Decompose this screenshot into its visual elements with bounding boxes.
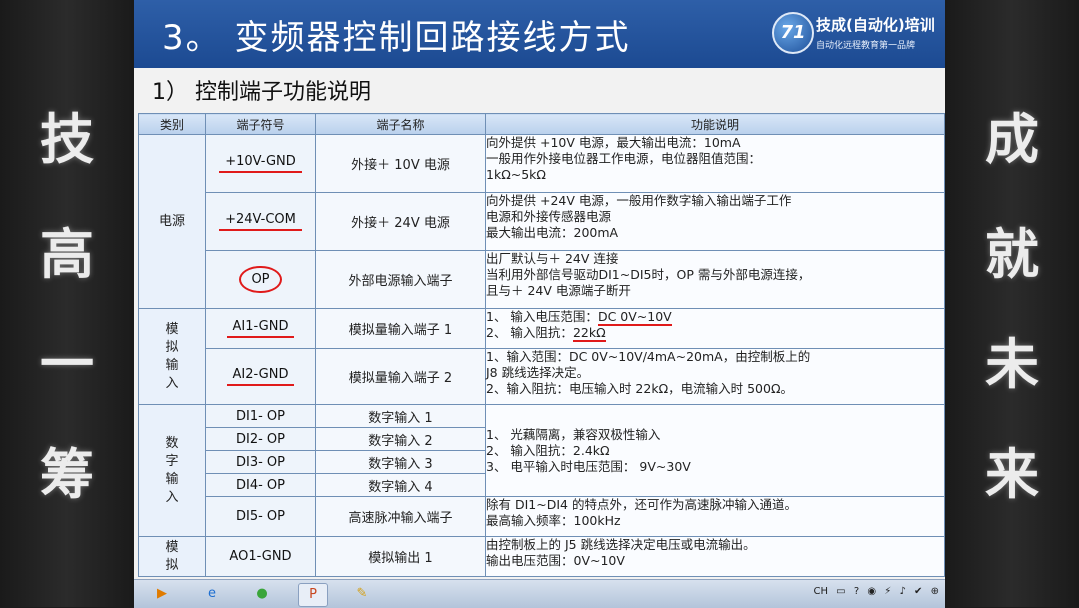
header-description: 功能说明 (485, 113, 945, 135)
table-row: OP 外部电源输入端子 出厂默认与＋ 24V 连接 当利用外部信号驱动DI1~D… (139, 250, 945, 309)
terminal-symbol: DI2- OP (205, 427, 316, 451)
terminal-symbol: AI2-GND (205, 348, 316, 405)
table-row: AI2-GND 模拟量输入端子 2 1、输入范围：DC 0V~10V/4mA~2… (139, 348, 945, 405)
voltage-range-value: DC 0V~10V (597, 309, 672, 326)
terminal-name: 模拟量输入端子 1 (315, 308, 486, 349)
terminal-symbol: AO1-GND (205, 536, 316, 577)
brand-name: 技成(自动化)培训 (816, 16, 935, 34)
brand-slogan: 自动化远程教育第一品牌 (816, 41, 916, 51)
right-side-panel: 成 就 未 来 (945, 0, 1079, 607)
right-side-char-3: 未 (985, 333, 1039, 396)
terminal-symbol: DI1- OP (205, 404, 316, 428)
table-row: 数 字 输 入 DI1- OP 数字输入 1 1、 光藕隔离，兼容双极性输入 2… (138, 404, 945, 537)
category-analog-output: 模 拟 (138, 536, 206, 577)
header-symbol: 端子符号 (205, 113, 316, 135)
left-side-char-3: 一 (40, 333, 94, 396)
terminal-name: 模拟量输入端子 2 (315, 348, 486, 405)
update-icon[interactable]: ⊕ (931, 586, 939, 597)
keyboard-icon[interactable]: ▭ (836, 586, 845, 597)
terminal-name: 外部电源输入端子 (315, 250, 486, 309)
brand-logo-icon: 71 (772, 12, 814, 54)
terminal-spec-table: 类别 端子符号 端子名称 功能说明 电源 +10V-GND 外接＋ 10V 电源… (138, 113, 945, 577)
right-side-char-1: 成 (985, 108, 1039, 171)
terminal-symbol: DI3- OP (205, 450, 316, 474)
right-side-char-2: 就 (985, 223, 1039, 286)
terminal-symbol: AI1-GND (205, 308, 316, 349)
terminal-name: 数字输入 2 (315, 427, 486, 451)
terminal-name: 模拟输出 1 (315, 536, 486, 577)
table-row: 电源 +10V-GND 外接＋ 10V 电源 向外提供 +10V 电源，最大输出… (138, 134, 945, 309)
help-icon[interactable]: ? (854, 586, 859, 597)
volume-icon[interactable]: ♪ (899, 586, 905, 597)
header-category: 类别 (138, 113, 206, 135)
language-indicator[interactable]: CH (813, 586, 828, 597)
table-row: DI5- OP 高速脉冲输入端子 除有 DI1~DI4 的特点外，还可作为高速脉… (139, 496, 945, 537)
ie-browser-icon[interactable]: e (198, 583, 226, 605)
terminal-symbol: DI4- OP (205, 473, 316, 497)
terminal-description: 出厂默认与＋ 24V 连接 当利用外部信号驱动DI1~DI5时，OP 需与外部电… (485, 250, 945, 309)
terminal-description: 向外提供 +10V 电源，最大输出电流：10mA 一般用作外接电位器工作电源，电… (485, 134, 945, 193)
terminal-description: 1、 光藕隔离，兼容双极性输入 2、 输入阻抗：2.4kΩ 3、 电平输入时电压… (485, 404, 945, 497)
powerpoint-icon[interactable]: P (298, 583, 328, 607)
terminal-name: 外接＋ 24V 电源 (315, 192, 486, 251)
terminal-description: 1、 输入电压范围：DC 0V~10V 2、 输入阻抗：22kΩ (485, 308, 945, 349)
category-analog-input: 模 拟 输 入 (138, 308, 206, 405)
pen-icon[interactable]: ✎ (348, 583, 376, 605)
terminal-symbol: +10V-GND (205, 134, 316, 193)
system-tray: CH ▭ ? ◉ ⚡ ♪ ✔ ⊕ (808, 586, 939, 602)
slide-title: 3。 变频器控制回路接线方式 (162, 18, 631, 58)
left-side-char-2: 高 (40, 223, 94, 286)
header-name: 端子名称 (315, 113, 486, 135)
terminal-name: 数字输入 4 (315, 473, 486, 497)
terminal-name: 高速脉冲输入端子 (315, 496, 486, 537)
terminal-description: 1、输入范围：DC 0V~10V/4mA~20mA，由控制板上的 J8 跳线选择… (485, 348, 945, 405)
terminal-name: 外接＋ 10V 电源 (315, 134, 486, 193)
table-row: +24V-COM 外接＋ 24V 电源 向外提供 +24V 电源，一般用作数字输… (139, 192, 945, 251)
green-app-icon[interactable]: ● (248, 583, 276, 605)
terminal-symbol: OP (205, 250, 316, 309)
windows-taskbar: ▶ e ● P ✎ CH ▭ ? ◉ ⚡ ♪ ✔ ⊕ (134, 579, 945, 608)
category-power: 电源 (138, 134, 206, 309)
right-side-char-4: 来 (985, 443, 1039, 506)
security-icon[interactable]: ✔ (914, 586, 922, 597)
table-header-row: 类别 端子符号 端子名称 功能说明 (138, 113, 945, 135)
brand-logo: 71 技成(自动化)培训 自动化远程教育第一品牌 (772, 8, 942, 60)
terminal-description: 由控制板上的 J5 跳线选择决定电压或电流输出。 输出电压范围：0V~10V (485, 536, 945, 577)
terminal-description: 向外提供 +24V 电源，一般用作数字输入输出端子工作 电源和外接传感器电源 最… (485, 192, 945, 251)
terminal-name: 数字输入 3 (315, 450, 486, 474)
terminal-symbol: DI5- OP (205, 496, 316, 537)
media-player-icon[interactable]: ▶ (148, 583, 176, 605)
left-side-char-1: 技 (40, 108, 94, 171)
impedance-value: 22kΩ (572, 325, 606, 342)
terminal-description: 除有 DI1~DI4 的特点外，还可作为高速脉冲输入通道。 最高输入频率：100… (485, 496, 945, 537)
network-icon[interactable]: ◉ (867, 586, 876, 597)
terminal-symbol: +24V-COM (205, 192, 316, 251)
table-row: 模 拟 AO1-GND 模拟输出 1 由控制板上的 J5 跳线选择决定电压或电流… (138, 536, 945, 577)
category-digital-input: 数 字 输 入 (138, 404, 206, 537)
presentation-slide: 3。 变频器控制回路接线方式 71 技成(自动化)培训 自动化远程教育第一品牌 … (134, 0, 945, 579)
left-side-panel: 技 高 一 筹 (0, 0, 134, 607)
power-icon[interactable]: ⚡ (884, 586, 891, 597)
terminal-name: 数字输入 1 (315, 404, 486, 428)
table-row: 模 拟 输 入 AI1-GND 模拟量输入端子 1 1、 输入电压范围：DC 0… (138, 308, 945, 405)
section-subtitle: 1） 控制端子功能说明 (152, 80, 371, 105)
slide-header: 3。 变频器控制回路接线方式 71 技成(自动化)培训 自动化远程教育第一品牌 (134, 0, 945, 68)
left-side-char-4: 筹 (40, 443, 94, 506)
